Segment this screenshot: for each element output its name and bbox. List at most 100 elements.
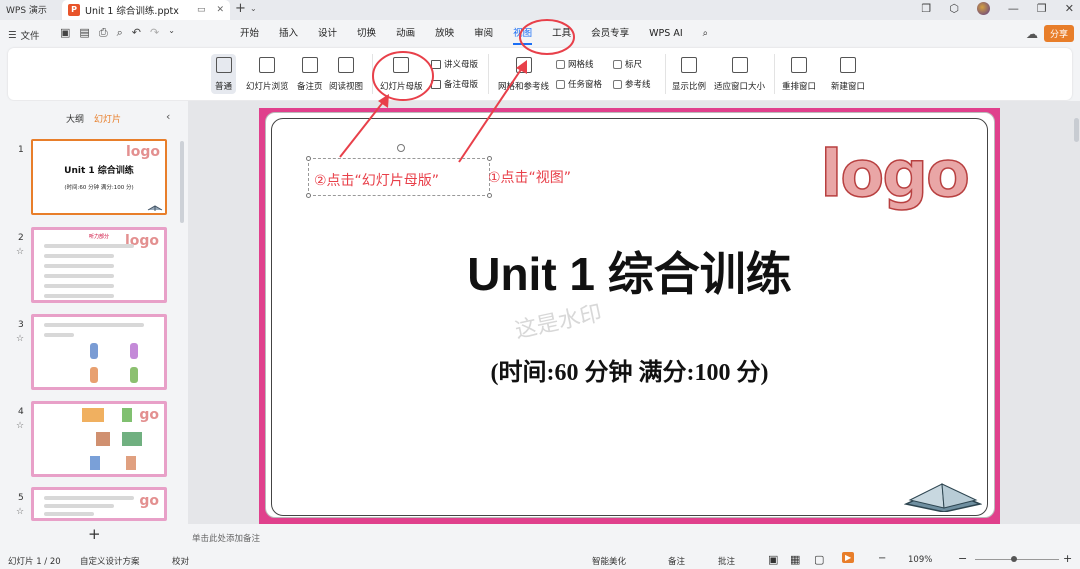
figure-icon	[90, 456, 100, 470]
avatar[interactable]	[976, 2, 990, 15]
panel-scrollbar[interactable]	[180, 141, 184, 223]
resize-handle[interactable]	[306, 193, 311, 198]
resize-handle[interactable]	[487, 193, 492, 198]
slide-subtitle[interactable]: (时间:60 分钟 满分:100 分)	[259, 352, 1000, 387]
design-scheme-button[interactable]: 自定义设计方案	[80, 555, 140, 567]
file-menu[interactable]: ☰ 文件	[8, 28, 40, 43]
proofread-button[interactable]: 校对	[172, 555, 189, 567]
window-controls: ❐ ⬡ — ❐ ✕	[921, 2, 1074, 15]
zoom-button[interactable]: 显示比例	[672, 54, 706, 92]
thumbnail-image[interactable]: logo 听力部分	[31, 227, 167, 303]
reading-view-icon[interactable]: ▢	[814, 553, 824, 566]
cloud-icon[interactable]: ☁	[1026, 27, 1038, 41]
star-icon[interactable]: ☆	[16, 507, 24, 517]
new-tab-button[interactable]: +	[235, 1, 246, 16]
handout-master-button[interactable]: 讲义母版	[431, 58, 478, 70]
tab-wps-ai[interactable]: WPS AI	[639, 20, 692, 48]
guides-checkbox[interactable]: 参考线	[613, 78, 651, 90]
restore-layout-icon[interactable]: ❐	[921, 2, 931, 15]
play-slideshow-icon[interactable]: ▶	[842, 552, 855, 563]
search-icon[interactable]: ⌕	[693, 20, 718, 48]
close-tab-icon[interactable]: ✕	[216, 5, 224, 15]
comments-button[interactable]: 批注	[718, 555, 735, 567]
new-window-button[interactable]: 新建窗口	[831, 54, 865, 92]
slide-master-label: 幻灯片母版	[380, 82, 423, 92]
thumbnail-text-line	[44, 264, 114, 268]
share-button[interactable]: 分享	[1043, 25, 1074, 42]
normal-view-label: 普通	[215, 82, 233, 92]
notes-page-button[interactable]: 备注页	[297, 54, 323, 92]
tab-design[interactable]: 设计	[308, 20, 347, 48]
normal-view-button[interactable]: 普通	[211, 54, 237, 94]
tab-slides[interactable]: 幻灯片	[94, 112, 121, 125]
gridlines-checkbox[interactable]: 网格线	[556, 58, 594, 70]
zoom-level[interactable]: 109%	[908, 555, 932, 565]
minimize-icon[interactable]: —	[1008, 2, 1019, 15]
slide-master-button[interactable]: 幻灯片母版	[380, 54, 423, 92]
chevron-left-icon[interactable]: ‹	[166, 110, 170, 123]
guides-label: 参考线	[625, 80, 651, 90]
notes-page-label: 备注页	[297, 82, 323, 92]
picture-icon	[82, 408, 104, 422]
ribbon: 普通 幻灯片浏览 备注页 阅读视图 幻灯片母版 讲义母版 备注母版 网格和参考线…	[8, 48, 1072, 100]
close-icon[interactable]: ✕	[1065, 2, 1074, 15]
notes-pane[interactable]: 单击此处添加备注	[188, 524, 1080, 549]
rotate-handle[interactable]	[397, 144, 405, 152]
zoom-out-icon[interactable]: −	[958, 552, 967, 565]
print-icon[interactable]: ⎙	[99, 26, 108, 40]
thumbnail-image[interactable]: go	[31, 401, 167, 477]
star-icon[interactable]: ☆	[16, 421, 24, 431]
arrange-window-button[interactable]: 重排窗口	[782, 54, 816, 92]
reading-view-button[interactable]: 阅读视图	[329, 54, 363, 92]
thumbnail-image[interactable]	[31, 314, 167, 390]
tab-home[interactable]: 开始	[230, 20, 269, 48]
grid-guides-button[interactable]: 网格和参考线	[498, 54, 549, 92]
app-tab[interactable]: WPS 演示	[6, 3, 47, 16]
tab-display-icon[interactable]: ▭	[197, 5, 206, 15]
maximize-icon[interactable]: ❐	[1037, 2, 1047, 15]
zoom-slider[interactable]	[975, 559, 1059, 560]
save-icon[interactable]: ▣	[60, 26, 70, 40]
slide-sorter-icon[interactable]: ▦	[790, 553, 800, 566]
zoom-in-icon[interactable]: +	[1063, 552, 1072, 565]
export-pdf-icon[interactable]: ▤	[79, 26, 89, 40]
thumbnail-title: 听力部分	[88, 234, 109, 240]
more-chevron-icon[interactable]: ⌄	[168, 26, 175, 40]
add-slide-button[interactable]: +	[88, 525, 101, 543]
tab-membership[interactable]: 会员专享	[581, 20, 639, 48]
tab-outline[interactable]: 大纲	[66, 112, 84, 125]
redo-icon[interactable]: ↷	[150, 26, 159, 40]
tab-animations[interactable]: 动画	[386, 20, 425, 48]
slide-title[interactable]: Unit 1 综合训练	[259, 238, 1000, 304]
fit-window-button[interactable]: 适应窗口大小	[714, 54, 765, 92]
resize-handle[interactable]	[487, 156, 492, 161]
notes-toggle-button[interactable]: 备注	[668, 555, 685, 567]
thumbnail-image[interactable]: go	[31, 487, 167, 521]
quick-access-toolbar: ▣ ▤ ⎙ ⌕ ↶ ↷ ⌄	[60, 26, 175, 40]
zoom-out-icon[interactable]: −	[878, 553, 886, 564]
star-icon[interactable]: ☆	[16, 247, 24, 257]
tab-tools[interactable]: 工具	[542, 20, 581, 48]
task-pane-checkbox[interactable]: 任务窗格	[556, 78, 602, 90]
resize-handle[interactable]	[306, 156, 311, 161]
undo-icon[interactable]: ↶	[132, 26, 141, 40]
tab-slideshow[interactable]: 放映	[425, 20, 464, 48]
thumbnail-image[interactable]: logo Unit 1 综合训练 (时间:60 分钟 满分:100 分)	[31, 139, 167, 215]
ruler-checkbox[interactable]: 标尺	[613, 58, 642, 70]
cube-icon[interactable]: ⬡	[949, 2, 959, 15]
tab-view[interactable]: 视图	[503, 20, 542, 48]
notes-master-button[interactable]: 备注母版	[431, 78, 478, 90]
tab-transitions[interactable]: 切换	[347, 20, 386, 48]
star-icon[interactable]: ☆	[16, 334, 24, 344]
zoom-slider-knob[interactable]	[1011, 556, 1017, 562]
tab-review[interactable]: 审阅	[464, 20, 503, 48]
smart-beautify-button[interactable]: 智能美化	[592, 555, 626, 567]
annotation-step-1: ①点击“视图”	[488, 170, 572, 186]
tab-insert[interactable]: 插入	[269, 20, 308, 48]
normal-view-icon[interactable]: ▣	[768, 553, 778, 566]
chevron-down-icon[interactable]: ⌄	[250, 4, 257, 13]
print-preview-icon[interactable]: ⌕	[117, 26, 123, 40]
slide-sorter-button[interactable]: 幻灯片浏览	[246, 54, 289, 92]
document-tab[interactable]: P Unit 1 综合训练.pptx ▭ ✕	[62, 0, 230, 20]
canvas-scrollbar[interactable]	[1074, 118, 1079, 142]
